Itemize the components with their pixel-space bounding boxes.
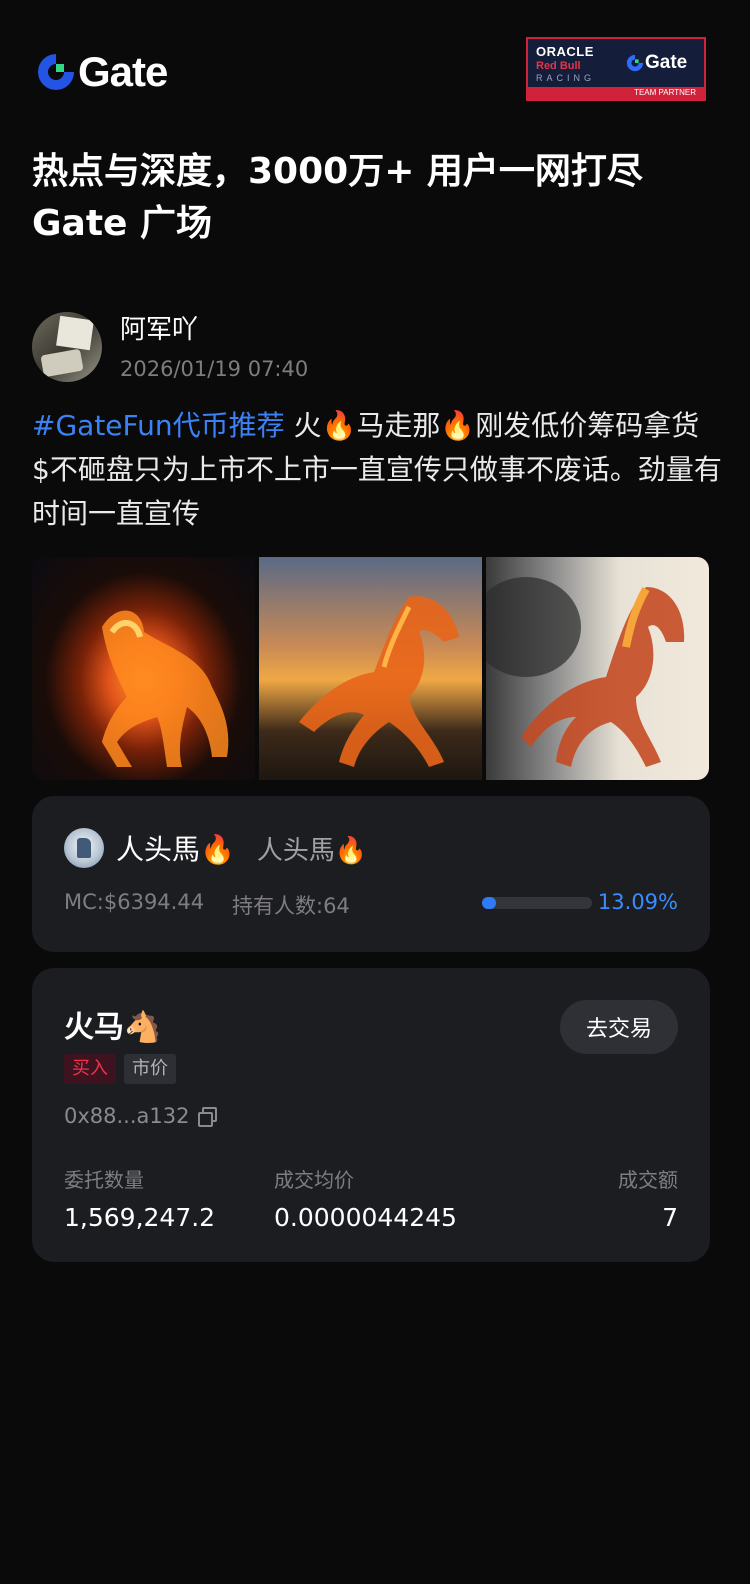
post-author[interactable]: 阿军吖 2026/01/19 07:40 bbox=[32, 312, 308, 382]
headline-line1: 热点与深度，3000万+ 用户一网打尽 bbox=[32, 151, 643, 192]
buy-badge: 买入 bbox=[64, 1054, 116, 1084]
progress-fill bbox=[482, 897, 497, 909]
market-badge: 市价 bbox=[124, 1054, 176, 1084]
token-card[interactable]: 人头馬🔥 人头馬🔥 MC:$6394.44 持有人数:64 13.09% bbox=[32, 796, 710, 952]
fire-horse-icon bbox=[486, 577, 685, 767]
partner-redbull: Red Bull bbox=[536, 60, 581, 72]
logo-text: Gate bbox=[78, 48, 168, 95]
stat-value: 1,569,247.2 bbox=[64, 1203, 216, 1232]
progress-percent: 13.09% bbox=[597, 890, 678, 914]
stat-order-quantity: 委托数量 1,569,247.2 bbox=[64, 1164, 215, 1232]
avatar-detail bbox=[56, 315, 94, 351]
fire-horse-icon bbox=[299, 596, 459, 767]
contract-address: 0x88...a132 bbox=[64, 1104, 217, 1128]
stat-label: 成交均价 bbox=[274, 1168, 354, 1192]
post-image-2[interactable] bbox=[259, 557, 482, 780]
stat-value: 7 bbox=[662, 1203, 678, 1232]
token-header: 人头馬🔥 人头馬🔥 bbox=[64, 828, 367, 868]
partner-banner[interactable]: ORACLE Red Bull RACING Gate TEAM PARTNER bbox=[526, 37, 706, 101]
stat-label: 成交额 bbox=[618, 1168, 678, 1192]
headline-line2: Gate 广场 bbox=[32, 203, 213, 244]
token-avatar bbox=[64, 828, 104, 868]
gate-small-icon bbox=[626, 54, 644, 72]
trade-badges: 买入 市价 bbox=[64, 1054, 176, 1084]
partner-gate-text: Gate bbox=[645, 52, 688, 73]
avatar[interactable] bbox=[32, 312, 102, 382]
avatar-detail bbox=[40, 348, 84, 378]
partner-right: Gate TEAM PARTNER bbox=[528, 39, 704, 99]
token-holders: 持有人数:64 bbox=[232, 894, 350, 918]
author-name[interactable]: 阿军吖 bbox=[120, 313, 308, 347]
stat-value: 0.0000044245 bbox=[274, 1203, 457, 1232]
progress-bar bbox=[482, 897, 592, 909]
token-symbol: 人头馬🔥 bbox=[256, 835, 368, 866]
gate-logo-icon bbox=[38, 54, 74, 90]
stat-trade-amount: 成交额 7 bbox=[618, 1164, 678, 1232]
author-info: 阿军吖 2026/01/19 07:40 bbox=[120, 313, 308, 381]
post-image-1[interactable] bbox=[32, 557, 255, 780]
token-stats: MC:$6394.44 持有人数:64 13.09% bbox=[64, 890, 678, 920]
token-name: 人头馬🔥 bbox=[116, 833, 235, 866]
partner-gate: Gate bbox=[626, 52, 687, 74]
post-time: 2026/01/19 07:40 bbox=[120, 357, 309, 381]
headline: 热点与深度，3000万+ 用户一网打尽 Gate 广场 bbox=[32, 146, 722, 250]
header: Gate ORACLE Red Bull RACING Gate TEAM PA… bbox=[0, 0, 750, 140]
trade-title: 火马🐴 bbox=[64, 1010, 162, 1045]
copy-icon[interactable] bbox=[197, 1107, 217, 1127]
token-market-cap: MC:$6394.44 bbox=[64, 890, 205, 914]
post-hashtag[interactable]: #GateFun代币推荐 bbox=[32, 409, 285, 442]
partner-racing: RACING bbox=[536, 73, 596, 83]
post-body: #GateFun代币推荐 火🔥马走那🔥刚发低价筹码拿货$不砸盘只为上市不上市一直… bbox=[32, 404, 722, 536]
partner-team-label: TEAM PARTNER bbox=[528, 87, 704, 99]
stat-label: 委托数量 bbox=[64, 1168, 144, 1192]
fire-horse-icon bbox=[102, 610, 229, 767]
trade-card: 火马🐴 去交易 买入 市价 0x88...a132 委托数量 1,569,247… bbox=[32, 968, 710, 1262]
gate-logo[interactable]: Gate bbox=[36, 48, 168, 96]
post-images bbox=[32, 557, 710, 780]
address-text: 0x88...a132 bbox=[64, 1104, 190, 1128]
go-trade-button[interactable]: 去交易 bbox=[560, 1000, 678, 1054]
stat-average-price: 成交均价 0.0000044245 bbox=[274, 1164, 457, 1232]
partner-oracle: ORACLE bbox=[536, 44, 594, 59]
post-image-3[interactable] bbox=[486, 557, 709, 780]
